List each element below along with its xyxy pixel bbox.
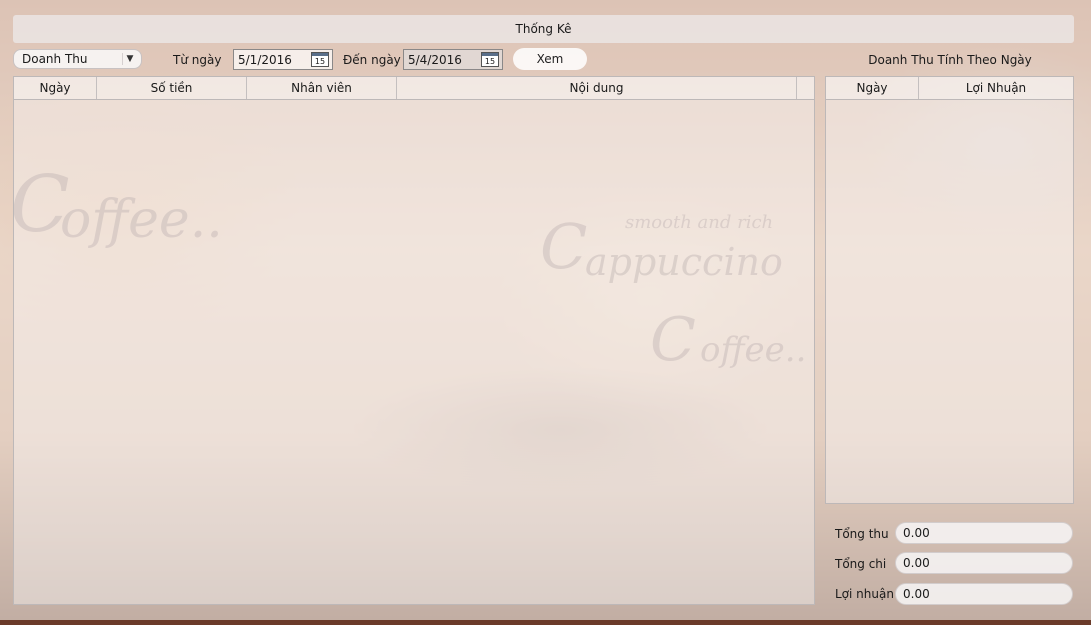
profit-value: 0.00 — [903, 587, 930, 601]
page-title-bar: Thống Kê — [13, 15, 1074, 43]
from-date-picker[interactable]: 5/1/2016 15 — [233, 49, 333, 70]
total-expense-value: 0.00 — [903, 556, 930, 570]
report-type-select[interactable]: Doanh Thu ▼ — [13, 49, 142, 69]
daily-profit-table[interactable]: Ngày Lợi Nhuận — [825, 76, 1074, 504]
column-header-filler — [797, 77, 814, 99]
chevron-down-icon[interactable]: ▼ — [122, 53, 137, 65]
total-income-field[interactable]: 0.00 — [895, 522, 1073, 544]
page-title: Thống Kê — [515, 22, 572, 36]
total-income-value: 0.00 — [903, 526, 930, 540]
column-header-date[interactable]: Ngày — [826, 77, 919, 99]
side-panel-title: Doanh Thu Tính Theo Ngày — [868, 53, 1032, 67]
column-header-employee[interactable]: Nhân viên — [247, 77, 397, 99]
column-header-amount[interactable]: Số tiền — [97, 77, 247, 99]
table-header: Ngày Lợi Nhuận — [826, 77, 1073, 100]
to-date-picker[interactable]: 5/4/2016 15 — [403, 49, 503, 70]
total-expense-label: Tổng chi — [835, 557, 887, 571]
profit-field[interactable]: 0.00 — [895, 583, 1073, 605]
view-button[interactable]: Xem — [513, 48, 587, 70]
from-date-value: 5/1/2016 — [238, 52, 292, 67]
from-date-label: Từ ngày — [173, 53, 222, 67]
calendar-icon[interactable]: 15 — [481, 52, 499, 67]
total-income-label: Tổng thu — [835, 527, 889, 541]
to-date-label: Đến ngày — [343, 53, 401, 67]
column-header-date[interactable]: Ngày — [14, 77, 97, 99]
calendar-icon[interactable]: 15 — [311, 52, 329, 67]
column-header-profit[interactable]: Lợi Nhuận — [919, 77, 1073, 99]
table-header: Ngày Số tiền Nhân viên Nội dung — [14, 77, 814, 100]
report-type-value: Doanh Thu — [22, 52, 88, 66]
column-header-content[interactable]: Nội dung — [397, 77, 797, 99]
to-date-value: 5/4/2016 — [408, 52, 462, 67]
total-expense-field[interactable]: 0.00 — [895, 552, 1073, 574]
transactions-table[interactable]: Ngày Số tiền Nhân viên Nội dung — [13, 76, 815, 605]
window-bottom-edge — [0, 620, 1091, 625]
profit-label: Lợi nhuận — [835, 587, 894, 601]
